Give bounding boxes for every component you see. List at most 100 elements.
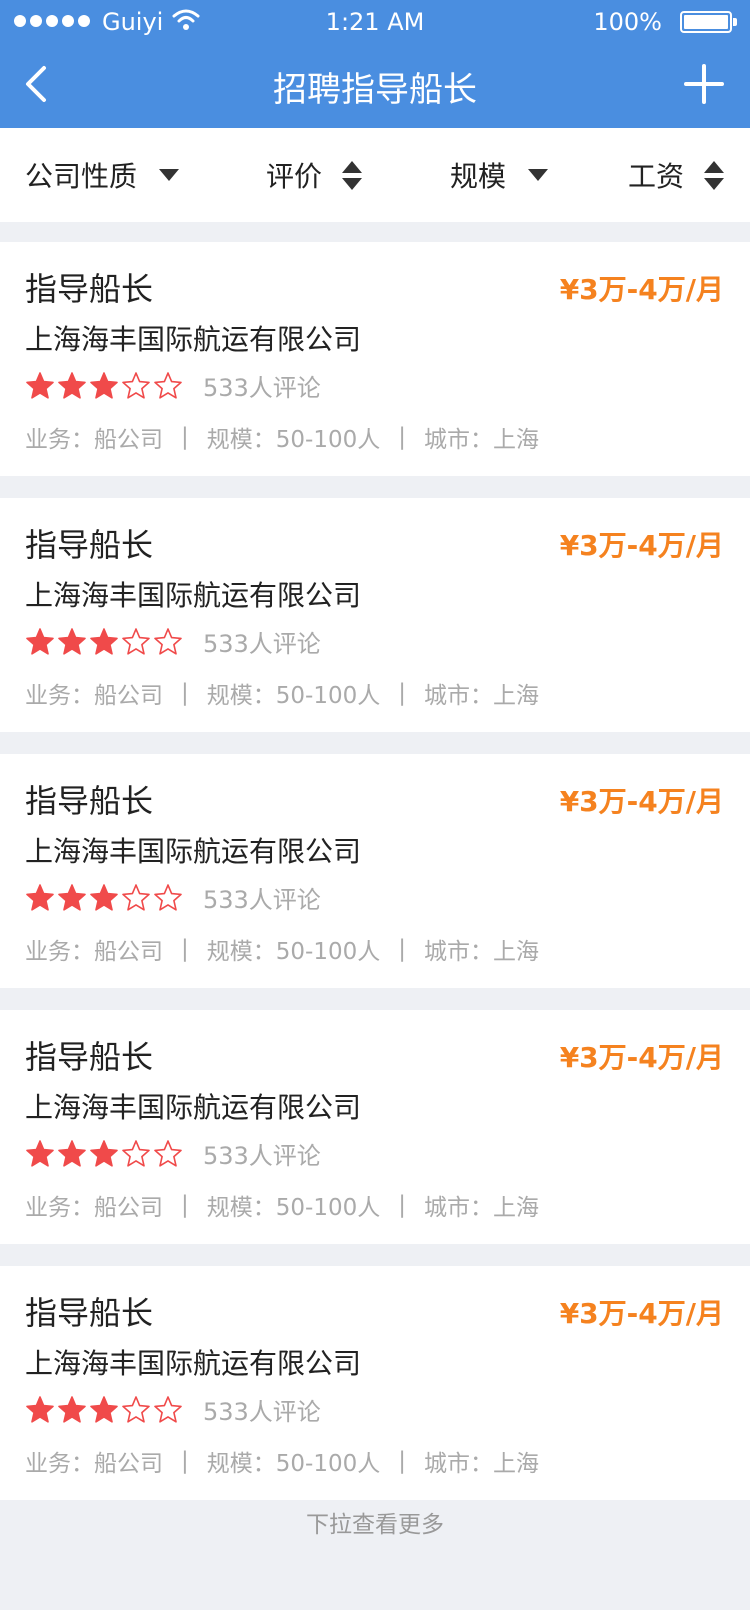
rating-row: 533人评论 bbox=[25, 1392, 321, 1427]
rating-row: 533人评论 bbox=[25, 880, 321, 915]
star-rating bbox=[25, 883, 183, 913]
filter-scale[interactable]: 规模 bbox=[450, 128, 549, 222]
chevron-down-icon bbox=[159, 169, 180, 181]
city: 城市：上海 bbox=[423, 427, 539, 453]
star-empty-icon bbox=[122, 883, 150, 911]
add-icon[interactable] bbox=[684, 64, 724, 104]
company-name: 上海海丰国际航运有限公司 bbox=[25, 1091, 362, 1124]
star-rating bbox=[25, 1139, 183, 1169]
star-empty-icon bbox=[154, 883, 182, 911]
star-filled-icon bbox=[58, 883, 86, 911]
job-meta: 业务：船公司 | 规模：50-100人 | 城市：上海 bbox=[25, 1188, 539, 1222]
divider: | bbox=[398, 1192, 406, 1218]
review-count: 533人评论 bbox=[203, 1398, 321, 1426]
company-name: 上海海丰国际航运有限公司 bbox=[25, 579, 362, 612]
rating-row: 533人评论 bbox=[25, 368, 321, 403]
star-filled-icon bbox=[58, 627, 86, 655]
filter-bar: 公司性质 评价 规模 工资 bbox=[0, 128, 750, 222]
city: 城市：上海 bbox=[423, 939, 539, 965]
job-card[interactable]: 指导船长 ¥3万-4万/月 上海海丰国际航运有限公司 533人评论 业务：船公司… bbox=[0, 1010, 750, 1244]
review-count: 533人评论 bbox=[203, 1142, 321, 1170]
review-count: 533人评论 bbox=[203, 374, 321, 402]
battery-percent: 100% bbox=[593, 8, 662, 36]
chevron-down-icon bbox=[528, 169, 549, 181]
job-card[interactable]: 指导船长 ¥3万-4万/月 上海海丰国际航运有限公司 533人评论 业务：船公司… bbox=[0, 1266, 750, 1500]
star-filled-icon bbox=[90, 627, 118, 655]
business-type: 业务：船公司 bbox=[25, 939, 163, 965]
star-filled-icon bbox=[26, 883, 54, 911]
job-card[interactable]: 指导船长 ¥3万-4万/月 上海海丰国际航运有限公司 533人评论 业务：船公司… bbox=[0, 498, 750, 732]
company-scale: 规模：50-100人 bbox=[206, 1195, 381, 1221]
divider: | bbox=[398, 424, 406, 450]
divider: | bbox=[398, 936, 406, 962]
job-salary: ¥3万-4万/月 bbox=[559, 785, 724, 818]
job-salary: ¥3万-4万/月 bbox=[559, 529, 724, 562]
star-filled-icon bbox=[26, 1139, 54, 1167]
company-name: 上海海丰国际航运有限公司 bbox=[25, 323, 362, 356]
star-filled-icon bbox=[90, 883, 118, 911]
battery-icon bbox=[680, 11, 737, 33]
job-meta: 业务：船公司 | 规模：50-100人 | 城市：上海 bbox=[25, 932, 539, 966]
nav-bar: 招聘指导船长 bbox=[0, 44, 750, 128]
company-scale: 规模：50-100人 bbox=[206, 1451, 381, 1477]
pull-to-load-more[interactable]: 下拉查看更多 bbox=[0, 1505, 750, 1539]
sort-icon bbox=[342, 160, 363, 190]
job-card[interactable]: 指导船长 ¥3万-4万/月 上海海丰国际航运有限公司 533人评论 业务：船公司… bbox=[0, 242, 750, 476]
job-title: 指导船长 bbox=[25, 526, 154, 564]
filter-rating[interactable]: 评价 bbox=[266, 128, 363, 222]
filter-label: 公司性质 bbox=[25, 160, 138, 193]
top-bar: Guiyi 1:21 AM 100% 招聘指导船长 bbox=[0, 0, 750, 128]
star-filled-icon bbox=[26, 1395, 54, 1423]
company-scale: 规模：50-100人 bbox=[206, 939, 381, 965]
divider: | bbox=[181, 680, 189, 706]
filter-salary[interactable]: 工资 bbox=[628, 128, 725, 222]
star-filled-icon bbox=[90, 1395, 118, 1423]
job-salary: ¥3万-4万/月 bbox=[559, 273, 724, 306]
job-meta: 业务：船公司 | 规模：50-100人 | 城市：上海 bbox=[25, 676, 539, 710]
job-card[interactable]: 指导船长 ¥3万-4万/月 上海海丰国际航运有限公司 533人评论 业务：船公司… bbox=[0, 754, 750, 988]
star-filled-icon bbox=[58, 371, 86, 399]
star-filled-icon bbox=[90, 1139, 118, 1167]
star-empty-icon bbox=[122, 1395, 150, 1423]
star-filled-icon bbox=[90, 371, 118, 399]
divider: | bbox=[398, 1448, 406, 1474]
divider: | bbox=[398, 680, 406, 706]
filter-label: 工资 bbox=[628, 160, 685, 193]
star-filled-icon bbox=[58, 1395, 86, 1423]
divider: | bbox=[181, 424, 189, 450]
star-empty-icon bbox=[154, 371, 182, 399]
job-title: 指导船长 bbox=[25, 1038, 154, 1076]
business-type: 业务：船公司 bbox=[25, 1195, 163, 1221]
filter-company-type[interactable]: 公司性质 bbox=[25, 128, 180, 222]
job-meta: 业务：船公司 | 规模：50-100人 | 城市：上海 bbox=[25, 420, 539, 454]
review-count: 533人评论 bbox=[203, 886, 321, 914]
filter-label: 规模 bbox=[450, 160, 507, 193]
city: 城市：上海 bbox=[423, 683, 539, 709]
business-type: 业务：船公司 bbox=[25, 427, 163, 453]
filter-label: 评价 bbox=[266, 160, 323, 193]
star-empty-icon bbox=[122, 627, 150, 655]
star-filled-icon bbox=[26, 627, 54, 655]
job-title: 指导船长 bbox=[25, 1294, 154, 1332]
star-empty-icon bbox=[122, 1139, 150, 1167]
company-name: 上海海丰国际航运有限公司 bbox=[25, 835, 362, 868]
divider: | bbox=[181, 936, 189, 962]
star-empty-icon bbox=[154, 1139, 182, 1167]
job-meta: 业务：船公司 | 规模：50-100人 | 城市：上海 bbox=[25, 1444, 539, 1478]
company-scale: 规模：50-100人 bbox=[206, 683, 381, 709]
star-rating bbox=[25, 1395, 183, 1425]
rating-row: 533人评论 bbox=[25, 1136, 321, 1171]
job-salary: ¥3万-4万/月 bbox=[559, 1041, 724, 1074]
star-rating bbox=[25, 627, 183, 657]
rating-row: 533人评论 bbox=[25, 624, 321, 659]
star-filled-icon bbox=[58, 1139, 86, 1167]
star-empty-icon bbox=[122, 371, 150, 399]
page-title: 招聘指导船长 bbox=[273, 70, 477, 110]
sort-icon bbox=[704, 160, 725, 190]
star-empty-icon bbox=[154, 1395, 182, 1423]
city: 城市：上海 bbox=[423, 1195, 539, 1221]
job-title: 指导船长 bbox=[25, 782, 154, 820]
divider: | bbox=[181, 1192, 189, 1218]
city: 城市：上海 bbox=[423, 1451, 539, 1477]
divider: | bbox=[181, 1448, 189, 1474]
